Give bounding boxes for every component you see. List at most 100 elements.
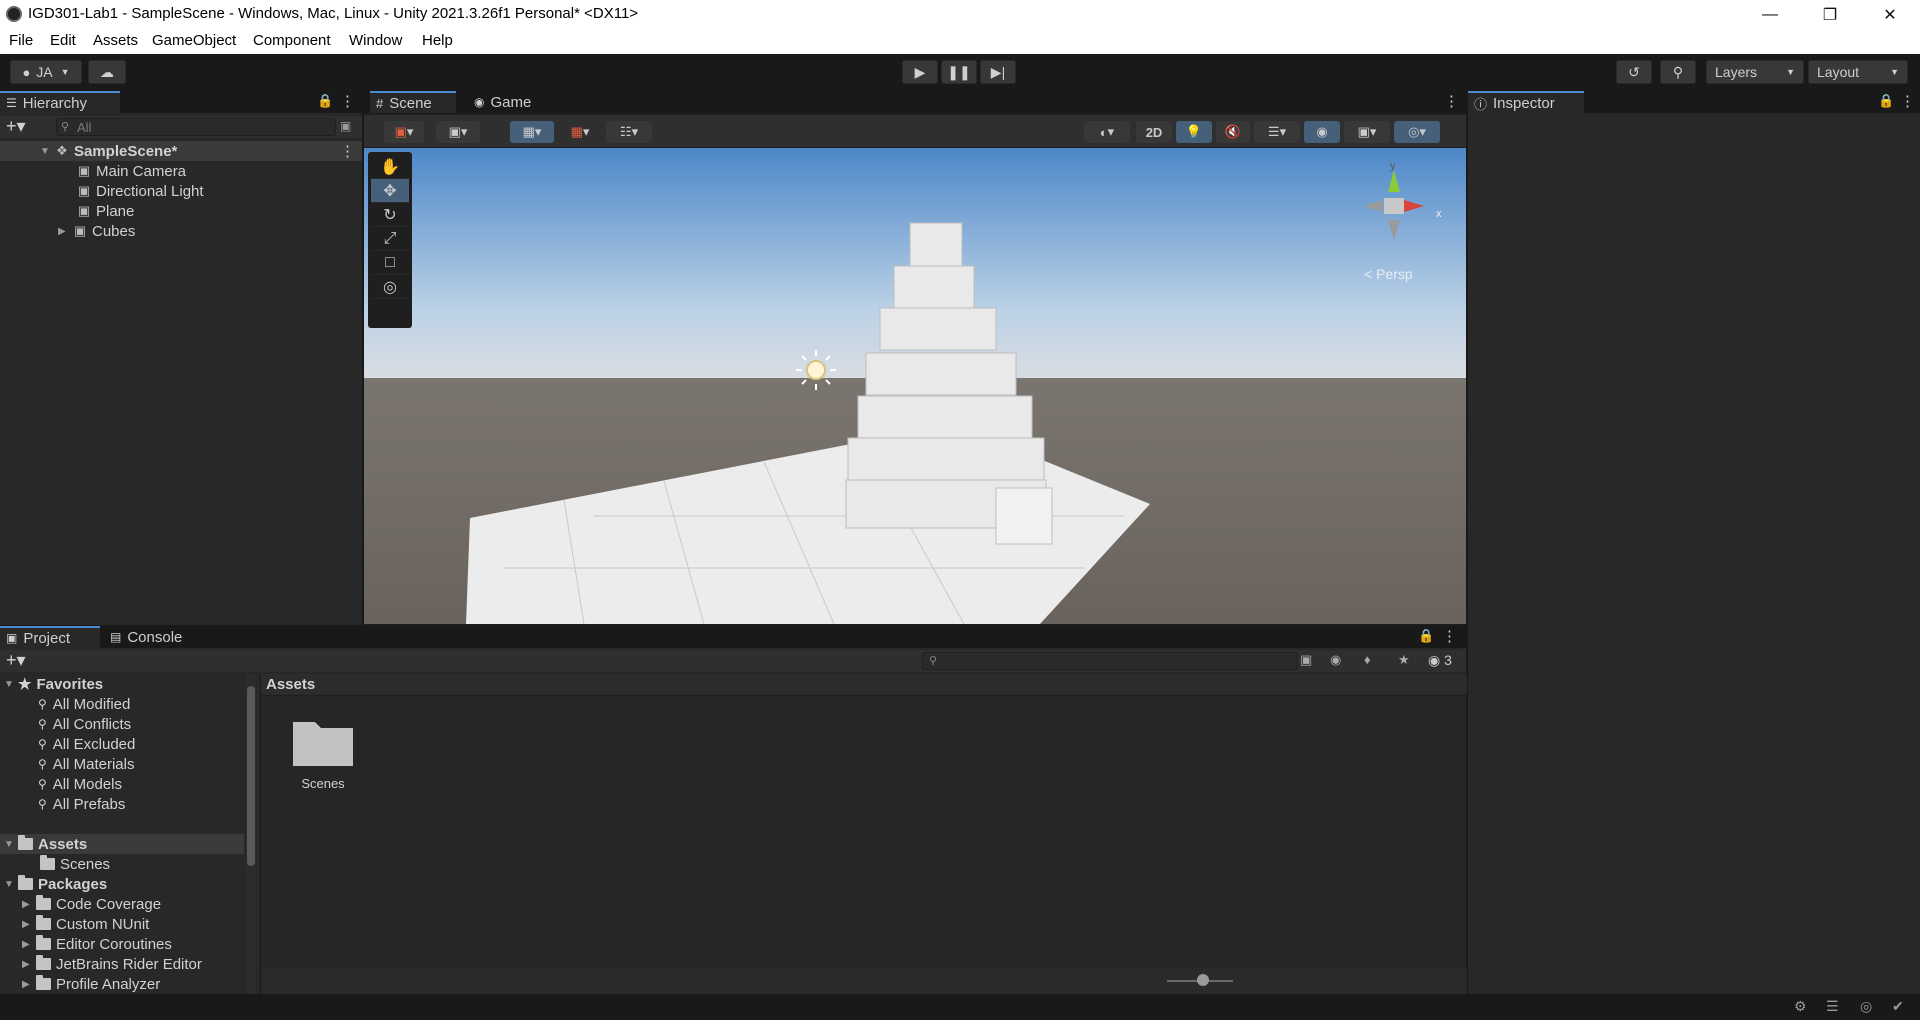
- camera-button[interactable]: ▣ ▾: [1344, 121, 1390, 143]
- tree-scrollbar[interactable]: [246, 674, 256, 994]
- add-icon[interactable]: +▾: [6, 650, 26, 671]
- menu-gameobject[interactable]: GameObject: [152, 32, 236, 49]
- package-item[interactable]: ▶ Editor Coroutines: [22, 934, 172, 954]
- favorite-item[interactable]: ⚲ All Models: [38, 774, 122, 794]
- undo-history-button[interactable]: ↺: [1616, 60, 1652, 84]
- minimize-button[interactable]: —: [1740, 0, 1800, 29]
- layers-dropdown[interactable]: Layers ▼: [1706, 60, 1804, 84]
- zoom-slider-thumb[interactable]: [1197, 974, 1209, 986]
- lock-icon[interactable]: 🔒: [317, 93, 333, 109]
- expand-arrow-icon[interactable]: ▶: [22, 899, 36, 910]
- move-tool-icon[interactable]: ✥: [371, 179, 409, 203]
- hierarchy-item-main-camera[interactable]: ▣ Main Camera: [76, 161, 186, 181]
- expand-arrow-icon[interactable]: ▶: [22, 959, 36, 970]
- gizmos-button[interactable]: ◎ ▾: [1394, 121, 1440, 143]
- collapse-arrow-icon[interactable]: ▼: [4, 839, 18, 850]
- tab-inspector[interactable]: ⓘ Inspector: [1468, 91, 1584, 113]
- rotate-tool-icon[interactable]: ↻: [371, 203, 409, 227]
- hierarchy-item-cubes[interactable]: ▶ ▣ Cubes: [58, 221, 135, 241]
- expand-arrow-icon[interactable]: ▶: [58, 226, 72, 237]
- expand-arrow-icon[interactable]: ▶: [22, 939, 36, 950]
- grid-snapping-button[interactable]: ▦ ▾: [510, 121, 554, 143]
- step-button[interactable]: ▶|: [980, 60, 1016, 84]
- lock-icon[interactable]: 🔒: [1878, 93, 1894, 109]
- perspective-label[interactable]: < Persp: [1364, 266, 1413, 282]
- hidden-packages-toggle[interactable]: ◉ 3: [1428, 652, 1452, 669]
- add-icon[interactable]: +▾: [6, 116, 26, 137]
- transform-tool-icon[interactable]: ◎: [371, 275, 409, 299]
- favorites-header[interactable]: ▼ ★ Favorites: [4, 674, 103, 694]
- project-search-input[interactable]: ⚲: [922, 652, 1298, 670]
- lighting-toggle-button[interactable]: 💡: [1176, 121, 1212, 143]
- package-item[interactable]: ▶ JetBrains Rider Editor: [22, 954, 202, 974]
- tab-game[interactable]: ◉ Game: [468, 91, 544, 113]
- debug-icon[interactable]: ⚙: [1794, 998, 1807, 1015]
- menu-help[interactable]: Help: [422, 32, 453, 49]
- draw-mode-button[interactable]: ▣ ▾: [384, 121, 424, 143]
- increment-snapping-button[interactable]: ▦ ▾: [560, 121, 600, 143]
- hierarchy-scene-row[interactable]: ▼ ❖ SampleScene*: [40, 141, 177, 161]
- package-item[interactable]: ▶ Profile Analyzer: [22, 974, 160, 994]
- pause-button[interactable]: ❚❚: [941, 60, 977, 84]
- label-tag-icon[interactable]: ♦: [1364, 652, 1371, 667]
- collapse-arrow-icon[interactable]: ▼: [40, 146, 54, 157]
- menu-file[interactable]: File: [9, 32, 33, 49]
- assets-folder-row[interactable]: ▼ Assets: [4, 834, 87, 854]
- filter-type-icon[interactable]: ◉: [1330, 652, 1341, 668]
- 2d-toggle-button[interactable]: 2D: [1136, 121, 1172, 143]
- shading-mode-button[interactable]: ▣ ▾: [436, 121, 480, 143]
- expand-arrow-icon[interactable]: ▶: [22, 979, 36, 990]
- account-button[interactable]: ● JA ▼: [10, 60, 82, 84]
- cache-icon[interactable]: ☰: [1826, 998, 1839, 1015]
- cloud-button[interactable]: ☁: [88, 60, 126, 84]
- scale-tool-icon[interactable]: ⤢: [371, 227, 409, 251]
- kebab-menu-icon[interactable]: ⋮: [1442, 627, 1457, 645]
- expand-arrow-icon[interactable]: ▶: [22, 919, 36, 930]
- breadcrumb-assets[interactable]: Assets: [266, 676, 315, 693]
- kebab-menu-icon[interactable]: ⋮: [1900, 92, 1915, 110]
- scene-viewport[interactable]: ✋ ✥ ↻ ⤢ □ ◎ y x < Persp: [364, 148, 1466, 624]
- check-icon[interactable]: ✔: [1892, 998, 1904, 1015]
- gizmo-render-button[interactable]: ◐ ▾: [1084, 121, 1130, 143]
- tab-scene[interactable]: # Scene: [370, 91, 456, 113]
- layout-dropdown[interactable]: Layout ▼: [1808, 60, 1908, 84]
- scene-search-icon[interactable]: ▣: [340, 119, 351, 133]
- effects-button[interactable]: ☰ ▾: [1254, 121, 1300, 143]
- favorite-item[interactable]: ⚲ All Materials: [38, 754, 134, 774]
- kebab-menu-icon[interactable]: ⋮: [340, 92, 355, 110]
- folder-item-scenes[interactable]: Scenes: [40, 854, 110, 874]
- collapse-arrow-icon[interactable]: ▼: [4, 879, 18, 890]
- kebab-menu-icon[interactable]: ⋮: [1444, 92, 1459, 110]
- favorite-item[interactable]: ⚲ All Modified: [38, 694, 130, 714]
- restore-button[interactable]: ❐: [1800, 0, 1860, 29]
- star-icon[interactable]: ★: [1398, 652, 1410, 668]
- rect-tool-icon[interactable]: □: [371, 251, 409, 275]
- menu-window[interactable]: Window: [349, 32, 402, 49]
- scene-kebab-icon[interactable]: ⋮: [340, 142, 355, 160]
- tab-hierarchy[interactable]: ☰ Hierarchy: [0, 91, 120, 113]
- visibility-toggle-button[interactable]: ◉: [1304, 121, 1340, 143]
- auto-generate-lighting-icon[interactable]: ◎: [1860, 998, 1872, 1015]
- package-item[interactable]: ▶ Code Coverage: [22, 894, 161, 914]
- collapse-arrow-icon[interactable]: ▼: [4, 679, 18, 690]
- tab-project[interactable]: ▣ Project: [0, 626, 100, 648]
- favorite-item[interactable]: ⚲ All Prefabs: [38, 794, 125, 814]
- lock-icon[interactable]: 🔒: [1418, 628, 1434, 644]
- packages-folder-row[interactable]: ▼ Packages: [4, 874, 107, 894]
- search-button[interactable]: ⚲: [1660, 60, 1696, 84]
- play-button[interactable]: ▶: [902, 60, 938, 84]
- menu-component[interactable]: Component: [253, 32, 331, 49]
- close-button[interactable]: ✕: [1860, 0, 1920, 29]
- favorite-item[interactable]: ⚲ All Conflicts: [38, 714, 131, 734]
- asset-item-scenes[interactable]: Scenes: [285, 714, 361, 794]
- hierarchy-item-plane[interactable]: ▣ Plane: [76, 201, 135, 221]
- audio-toggle-button[interactable]: 🔇: [1216, 121, 1250, 143]
- hierarchy-search-input[interactable]: ⚲ All: [56, 118, 336, 136]
- package-item[interactable]: ▶ Custom NUnit: [22, 914, 149, 934]
- hierarchy-item-directional-light[interactable]: ▣ Directional Light: [76, 181, 204, 201]
- search-by-type-icon[interactable]: ▣: [1300, 652, 1312, 668]
- scrollbar-thumb[interactable]: [247, 686, 255, 866]
- grid-visibility-button[interactable]: ☷ ▾: [606, 121, 652, 143]
- favorite-item[interactable]: ⚲ All Excluded: [38, 734, 135, 754]
- hand-tool-icon[interactable]: ✋: [371, 155, 409, 179]
